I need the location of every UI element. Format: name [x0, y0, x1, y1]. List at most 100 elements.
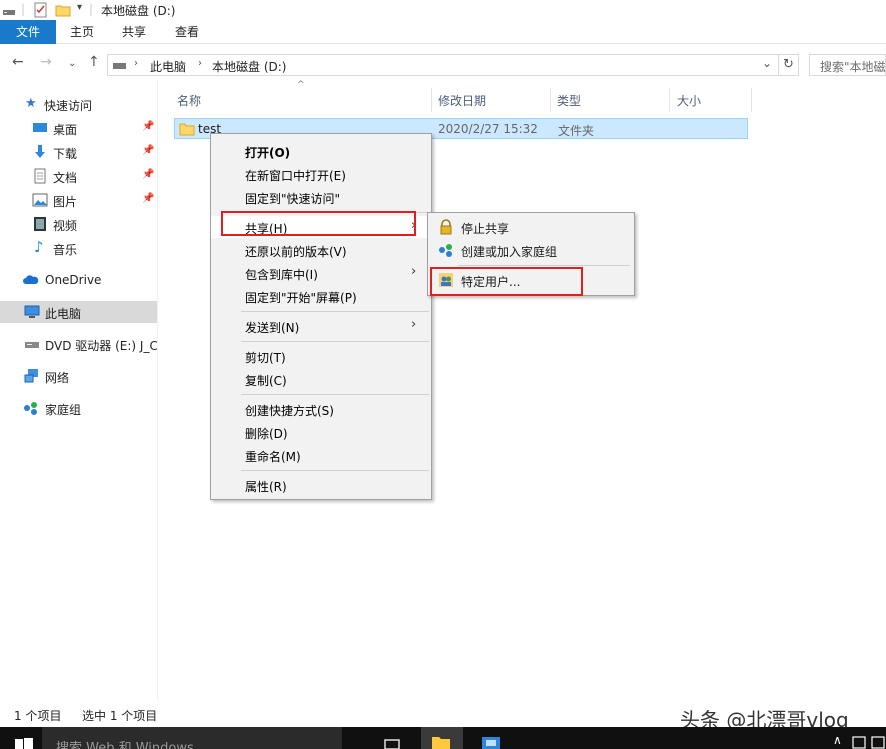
taskbar-app-file-explorer[interactable]: [421, 727, 463, 749]
submenu-arrow-icon: ›: [411, 317, 417, 332]
nav-documents[interactable]: 文档 📌: [0, 165, 157, 187]
ribbon-tabs: 文件 主页 共享 查看: [0, 20, 886, 44]
title-separator: |: [21, 2, 26, 16]
nav-onedrive[interactable]: OneDrive: [0, 269, 157, 291]
properties-icon[interactable]: [33, 2, 49, 18]
submenu-item-stop-sharing[interactable]: 停止共享: [428, 216, 634, 238]
drive-icon[interactable]: [2, 2, 16, 18]
pin-icon[interactable]: 📌: [142, 169, 154, 180]
nav-label: 音乐: [53, 243, 78, 257]
download-icon: [35, 145, 45, 158]
new-folder-icon[interactable]: [55, 2, 71, 18]
back-icon[interactable]: ←: [12, 54, 24, 70]
nav-label: 下载: [53, 147, 78, 161]
column-size[interactable]: 大小: [672, 88, 752, 112]
task-view-icon[interactable]: [383, 738, 401, 749]
menu-item-label: 创建快捷方式(S): [245, 404, 334, 418]
nav-label: 桌面: [53, 123, 78, 137]
recent-dropdown-icon[interactable]: ⌄: [68, 58, 76, 69]
refresh-icon[interactable]: ↻: [779, 54, 799, 76]
menu-item-label: 固定到"开始"屏幕(P): [245, 291, 357, 305]
submenu-item-label: 停止共享: [461, 222, 510, 236]
nav-this-pc[interactable]: 此电脑: [0, 301, 157, 323]
menu-item-delete[interactable]: 删除(D): [211, 421, 431, 443]
forward-icon[interactable]: →: [40, 54, 52, 70]
menu-item-copy[interactable]: 复制(C): [211, 368, 431, 390]
context-menu: 打开(O) 在新窗口中打开(E) 固定到"快速访问" 共享(H) › 还原以前的版…: [210, 133, 432, 500]
pin-icon[interactable]: 📌: [142, 193, 154, 204]
nav-downloads[interactable]: 下载 📌: [0, 141, 157, 163]
menu-item-open[interactable]: 打开(O): [211, 140, 431, 162]
display-icon[interactable]: [871, 736, 885, 749]
customize-dropdown-icon[interactable]: ▾: [77, 2, 82, 13]
tab-home[interactable]: 主页: [62, 20, 102, 44]
search-input[interactable]: 搜索"本地磁: [809, 54, 886, 76]
menu-item-label: 固定到"快速访问": [245, 192, 341, 206]
music-icon: ♪: [34, 238, 44, 256]
menu-item-pin-quick-access[interactable]: 固定到"快速访问": [211, 186, 431, 208]
column-date-modified[interactable]: 修改日期: [433, 88, 551, 112]
nav-videos[interactable]: 视频: [0, 213, 157, 235]
menu-item-create-shortcut[interactable]: 创建快捷方式(S): [211, 398, 431, 420]
submenu-item-homegroup[interactable]: 创建或加入家庭组: [428, 239, 634, 261]
column-type[interactable]: 类型: [552, 88, 670, 112]
document-icon: [34, 168, 46, 184]
menu-separator: [241, 470, 429, 471]
tray-chevron-up-icon[interactable]: ∧: [833, 733, 842, 747]
submenu-arrow-icon: ›: [411, 264, 417, 279]
nav-desktop[interactable]: 桌面 📌: [0, 117, 157, 139]
taskbar-search-input[interactable]: 搜索 Web 和 Windows: [42, 727, 342, 749]
menu-item-cut[interactable]: 剪切(T): [211, 345, 431, 367]
breadcrumb-chevron-icon: ›: [134, 58, 138, 69]
menu-item-rename[interactable]: 重命名(M): [211, 444, 431, 466]
nav-label: 家庭组: [45, 403, 82, 417]
computer-icon: [24, 305, 40, 318]
title-separator: |: [89, 2, 94, 16]
pin-icon[interactable]: 📌: [142, 121, 154, 132]
server-manager-icon[interactable]: [481, 736, 501, 749]
nav-label: 此电脑: [45, 307, 82, 321]
menu-item-send-to[interactable]: 发送到(N) ›: [211, 315, 431, 337]
window-title: 本地磁盘 (D:): [101, 4, 176, 18]
menu-item-properties[interactable]: 属性(R): [211, 474, 431, 496]
status-selected-count: 选中 1 个项目: [82, 709, 158, 723]
menu-item-include-library[interactable]: 包含到库中(I) ›: [211, 262, 431, 284]
address-dropdown-icon[interactable]: ⌄: [762, 56, 772, 70]
breadcrumb-local-disk[interactable]: 本地磁盘 (D:): [212, 58, 286, 75]
nav-label: 网络: [45, 371, 70, 385]
tab-share[interactable]: 共享: [114, 20, 154, 44]
menu-separator: [241, 311, 429, 312]
menu-item-restore-versions[interactable]: 还原以前的版本(V): [211, 239, 431, 261]
status-item-count: 1 个项目: [14, 709, 62, 723]
nav-label: 图片: [53, 195, 78, 209]
nav-network[interactable]: 网络: [0, 365, 157, 387]
file-modified: 2020/2/27 15:32: [438, 122, 538, 136]
pane-splitter[interactable]: [157, 80, 158, 700]
action-center-icon[interactable]: [852, 736, 866, 749]
up-icon[interactable]: ↑: [88, 54, 100, 70]
tab-view[interactable]: 查看: [167, 20, 207, 44]
highlight-box-specific-people: [430, 267, 583, 296]
address-bar[interactable]: › 此电脑 › 本地磁盘 (D:) ⌄: [107, 54, 779, 76]
nav-homegroup[interactable]: 家庭组: [0, 397, 157, 419]
windows-start-icon[interactable]: [15, 737, 33, 749]
column-name[interactable]: 名称: [172, 88, 432, 112]
nav-dvd-drive[interactable]: DVD 驱动器 (E:) J_C: [0, 333, 158, 355]
breadcrumb-this-pc[interactable]: 此电脑: [150, 58, 186, 75]
menu-item-label: 发送到(N): [245, 321, 300, 335]
pin-icon[interactable]: 📌: [142, 145, 154, 156]
tab-file[interactable]: 文件: [0, 20, 56, 44]
menu-item-label: 还原以前的版本(V): [245, 245, 347, 259]
taskbar: 搜索 Web 和 Windows ∧: [0, 727, 886, 749]
nav-music[interactable]: ♪ 音乐: [0, 237, 157, 259]
video-icon: [34, 217, 46, 231]
folder-icon: [432, 737, 450, 749]
nav-quick-access[interactable]: ★ 快速访问: [0, 93, 157, 115]
breadcrumb-chevron-icon: ›: [198, 58, 202, 69]
menu-item-pin-start[interactable]: 固定到"开始"屏幕(P): [211, 285, 431, 307]
nav-label: OneDrive: [45, 273, 102, 287]
menu-item-open-new-window[interactable]: 在新窗口中打开(E): [211, 163, 431, 185]
nav-pictures[interactable]: 图片 📌: [0, 189, 157, 211]
menu-item-label: 属性(R): [245, 480, 287, 494]
nav-label: 快速访问: [44, 99, 93, 113]
